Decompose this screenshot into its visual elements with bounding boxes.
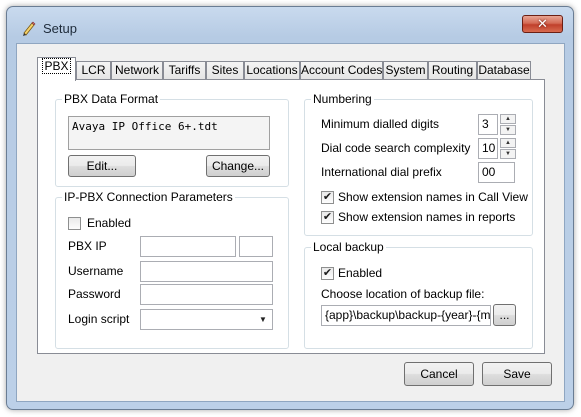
min-digits-input[interactable]: 3 <box>478 114 498 135</box>
pbx-format-field[interactable]: Avaya IP Office 6+.tdt <box>68 116 270 150</box>
tab-tariffs[interactable]: Tariffs <box>163 61 206 80</box>
setup-window: Setup ✕ PBX LCR Network Tariffs Sites Lo… <box>6 6 574 410</box>
tab-account-codes[interactable]: Account Codes <box>300 61 383 80</box>
ippbx-connection-group: IP-PBX Connection Parameters Enabled PBX… <box>55 190 289 349</box>
backup-location-label: Choose location of backup file: <box>321 287 485 301</box>
username-input[interactable] <box>140 261 273 282</box>
password-input[interactable] <box>140 284 273 305</box>
password-label: Password <box>68 287 121 301</box>
login-script-select[interactable]: ▼ <box>140 309 273 330</box>
pbx-ip-input[interactable] <box>140 236 236 257</box>
pbx-port-input[interactable] <box>239 236 273 257</box>
chevron-down-icon: ▼ <box>259 315 267 324</box>
show-call-view-label: Show extension names in Call View <box>338 190 528 204</box>
backup-location-input[interactable]: {app}\backup\backup-{year}-{mor <box>321 305 491 326</box>
change-button[interactable]: Change... <box>206 155 270 177</box>
spin-up-icon[interactable]: ▲ <box>500 114 516 124</box>
ippbx-enabled-checkbox[interactable] <box>68 217 81 230</box>
backup-enabled-checkbox[interactable]: ✔ <box>321 267 334 280</box>
username-label: Username <box>68 264 124 278</box>
spin-down-icon[interactable]: ▼ <box>500 125 516 135</box>
tab-database[interactable]: Database <box>477 61 531 80</box>
pencil-icon <box>23 21 36 36</box>
tab-pbx[interactable]: PBX <box>37 57 76 81</box>
close-button[interactable]: ✕ <box>522 15 563 33</box>
min-digits-label: Minimum dialled digits <box>321 117 440 131</box>
cancel-button[interactable]: Cancel <box>404 362 474 386</box>
tab-routing[interactable]: Routing <box>428 61 477 80</box>
intl-prefix-label: International dial prefix <box>321 165 442 179</box>
pbx-data-format-title: PBX Data Format <box>62 92 161 106</box>
spin-down-icon[interactable]: ▼ <box>500 149 516 159</box>
complexity-input[interactable]: 10 <box>478 138 498 159</box>
tab-system[interactable]: System <box>383 61 428 80</box>
tab-lcr[interactable]: LCR <box>76 61 111 80</box>
ippbx-connection-title: IP-PBX Connection Parameters <box>62 190 235 204</box>
ippbx-enabled-label: Enabled <box>87 216 132 230</box>
spin-up-icon[interactable]: ▲ <box>500 138 516 148</box>
pbx-ip-label: PBX IP <box>68 239 107 253</box>
local-backup-group: Local backup ✔ Enabled Choose location o… <box>304 240 533 349</box>
checkmark-icon: ✔ <box>322 267 333 279</box>
edit-button[interactable]: Edit... <box>68 155 136 177</box>
save-button[interactable]: Save <box>482 362 552 386</box>
local-backup-title: Local backup <box>311 240 386 254</box>
numbering-title: Numbering <box>311 92 374 106</box>
checkmark-icon: ✔ <box>322 211 333 223</box>
numbering-group: Numbering Minimum dialled digits 3 ▲ ▼ D… <box>304 92 533 236</box>
intl-prefix-input[interactable]: 00 <box>478 162 515 183</box>
show-call-view-checkbox[interactable]: ✔ <box>321 191 334 204</box>
pbx-data-format-group: PBX Data Format Avaya IP Office 6+.tdt E… <box>55 92 289 187</box>
backup-enabled-label: Enabled <box>338 266 383 280</box>
min-digits-spinner[interactable]: ▲ ▼ <box>500 114 516 135</box>
complexity-label: Dial code search complexity <box>321 141 471 155</box>
dialog-body: PBX LCR Network Tariffs Sites Locations … <box>16 43 565 402</box>
browse-button[interactable]: ... <box>493 304 516 326</box>
login-script-label: Login script <box>68 312 130 326</box>
pbx-tab-page: PBX Data Format Avaya IP Office 6+.tdt E… <box>37 79 545 354</box>
show-reports-checkbox[interactable]: ✔ <box>321 211 334 224</box>
tab-locations[interactable]: Locations <box>244 61 300 80</box>
title-bar[interactable]: Setup ✕ <box>7 7 573 43</box>
window-title: Setup <box>43 21 77 36</box>
complexity-spinner[interactable]: ▲ ▼ <box>500 138 516 159</box>
close-icon: ✕ <box>537 16 548 31</box>
show-reports-label: Show extension names in reports <box>338 210 516 224</box>
tab-network[interactable]: Network <box>111 61 163 80</box>
checkmark-icon: ✔ <box>322 191 333 203</box>
tab-sites[interactable]: Sites <box>206 61 244 80</box>
